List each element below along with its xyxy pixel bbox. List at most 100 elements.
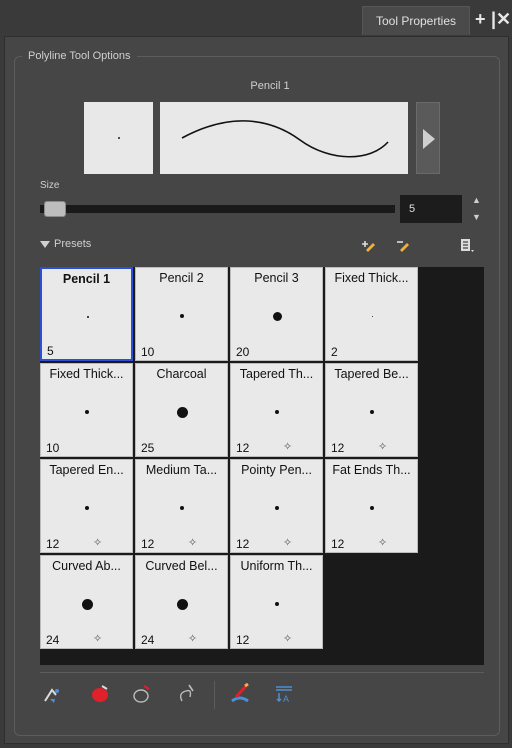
preset-tile[interactable]: Curved Ab... 24 ✧ bbox=[40, 555, 133, 649]
brush-tip-dot bbox=[180, 506, 184, 510]
pressure-icon: ✧ bbox=[188, 537, 198, 549]
presets-toggle[interactable]: Presets bbox=[40, 238, 91, 250]
preset-tile[interactable]: Fat Ends Th... 12 ✧ bbox=[325, 459, 418, 553]
close-icon[interactable]: |✕ bbox=[491, 9, 511, 29]
brush-tip-dot bbox=[176, 598, 188, 610]
new-preset-icon[interactable] bbox=[362, 238, 378, 254]
brush-tip-dot bbox=[87, 316, 89, 318]
brush-tip-dot bbox=[370, 506, 374, 510]
pressure-icon: ✧ bbox=[378, 441, 388, 453]
preset-tile[interactable]: Tapered Be... 12 ✧ bbox=[325, 363, 418, 457]
presets-menu-icon[interactable] bbox=[459, 238, 475, 254]
pressure-icon: ✧ bbox=[93, 537, 103, 549]
brush-tip-dot bbox=[81, 598, 93, 610]
preset-name: Charcoal bbox=[156, 367, 207, 381]
preset-tile[interactable]: Uniform Th... 12 ✧ bbox=[230, 555, 323, 649]
pressure-icon: ✧ bbox=[283, 441, 293, 453]
plus-icon[interactable]: + bbox=[475, 9, 486, 29]
preset-tile[interactable]: Fixed Thick... 10 bbox=[40, 363, 133, 457]
preset-size: 12 bbox=[331, 441, 345, 455]
preset-tile[interactable]: Pointy Pen... 12 ✧ bbox=[230, 459, 323, 553]
preset-tile[interactable]: Medium Ta... 12 ✧ bbox=[135, 459, 228, 553]
preset-tile[interactable]: Pencil 1 5 bbox=[40, 267, 133, 361]
auto-create-color-art-icon[interactable] bbox=[88, 683, 112, 705]
preset-name: Tapered Th... bbox=[239, 367, 314, 381]
size-input[interactable]: 5 bbox=[400, 195, 462, 223]
shape-outline-icon[interactable] bbox=[130, 683, 154, 705]
preset-tile[interactable]: Fixed Thick... 2 bbox=[325, 267, 418, 361]
brush-tip-preview bbox=[84, 102, 153, 174]
preset-name: Uniform Th... bbox=[240, 559, 313, 573]
brush-tip-dot bbox=[176, 406, 188, 418]
preset-size: 10 bbox=[141, 345, 155, 359]
preset-name: Tapered En... bbox=[49, 463, 124, 477]
preset-size: 24 bbox=[141, 633, 155, 647]
stroke-preview bbox=[160, 102, 408, 174]
brush-tip-dot bbox=[275, 602, 279, 606]
pressure-icon: ✧ bbox=[188, 633, 198, 645]
preset-name: Pointy Pen... bbox=[241, 463, 312, 477]
pressure-icon: ✧ bbox=[283, 537, 293, 549]
tab-tool-properties[interactable]: Tool Properties bbox=[362, 6, 470, 35]
preset-name: Pencil 1 bbox=[62, 272, 111, 286]
pressure-icon: ✧ bbox=[283, 633, 293, 645]
size-slider[interactable] bbox=[40, 205, 395, 213]
size-label: Size bbox=[40, 180, 60, 191]
preset-size: 24 bbox=[46, 633, 60, 647]
preset-tile[interactable]: Charcoal 25 bbox=[135, 363, 228, 457]
auto-flatten-icon[interactable] bbox=[176, 683, 200, 705]
auto-fill-icon[interactable] bbox=[42, 685, 62, 705]
preset-size: 12 bbox=[236, 633, 250, 647]
brush-tip-dot bbox=[371, 315, 373, 317]
brush-tip-dot bbox=[180, 314, 184, 318]
preset-size: 12 bbox=[46, 537, 60, 551]
preset-name: Pencil 2 bbox=[159, 271, 204, 285]
preset-size: 12 bbox=[141, 537, 155, 551]
preset-name: Medium Ta... bbox=[145, 463, 218, 477]
preset-tile[interactable]: Tapered Th... 12 ✧ bbox=[230, 363, 323, 457]
size-slider-thumb[interactable] bbox=[44, 201, 66, 217]
brush-tip-dot bbox=[370, 410, 374, 414]
preset-name: Fixed Thick... bbox=[334, 271, 409, 285]
pressure-icon: ✧ bbox=[93, 633, 103, 645]
preset-tile[interactable]: Tapered En... 12 ✧ bbox=[40, 459, 133, 553]
preset-size: 12 bbox=[236, 441, 250, 455]
preset-size: 5 bbox=[47, 344, 54, 358]
preset-size: 25 bbox=[141, 441, 155, 455]
group-title: Polyline Tool Options bbox=[22, 48, 137, 64]
preset-name: Curved Bel... bbox=[145, 559, 218, 573]
brush-tip-dot bbox=[275, 410, 279, 414]
preset-size: 20 bbox=[236, 345, 250, 359]
preset-name: Fixed Thick... bbox=[49, 367, 124, 381]
preset-tile[interactable]: Pencil 2 10 bbox=[135, 267, 228, 361]
size-increment-icon[interactable]: ▲ bbox=[472, 195, 481, 205]
show-brush-editor-button[interactable] bbox=[416, 102, 440, 174]
caret-down-icon bbox=[40, 240, 50, 248]
preset-size: 12 bbox=[236, 537, 250, 551]
preset-name: Pencil 3 bbox=[254, 271, 299, 285]
tab-bar: Tool Properties + |✕ bbox=[0, 0, 512, 40]
arrow-right-icon bbox=[423, 129, 435, 149]
brush-name: Pencil 1 bbox=[250, 80, 290, 92]
preset-name: Curved Ab... bbox=[52, 559, 121, 573]
preset-size: 12 bbox=[331, 537, 345, 551]
presets-label: Presets bbox=[54, 238, 92, 250]
preset-tile[interactable]: Curved Bel... 24 ✧ bbox=[135, 555, 228, 649]
preset-tile[interactable]: Pencil 3 20 bbox=[230, 267, 323, 361]
preset-name: Fat Ends Th... bbox=[332, 463, 411, 477]
svg-text:A: A bbox=[283, 694, 289, 704]
presets-grid: Pencil 1 5 Pencil 2 10 Pencil 3 20 Fixed Thick… bbox=[40, 267, 484, 665]
stroke-options-icon[interactable] bbox=[228, 683, 252, 705]
brush-tip-dot bbox=[85, 506, 89, 510]
preset-name: Tapered Be... bbox=[334, 367, 409, 381]
divider bbox=[40, 672, 484, 673]
brush-tip-dot bbox=[272, 311, 282, 321]
toolbar-separator bbox=[214, 681, 215, 709]
delete-preset-icon[interactable] bbox=[396, 238, 412, 254]
snap-align-icon[interactable]: A bbox=[274, 684, 294, 704]
brush-tip-dot bbox=[275, 506, 279, 510]
preset-size: 10 bbox=[46, 441, 60, 455]
pressure-icon: ✧ bbox=[378, 537, 388, 549]
size-decrement-icon[interactable]: ▼ bbox=[472, 212, 481, 222]
brush-tip-dot bbox=[85, 410, 89, 414]
